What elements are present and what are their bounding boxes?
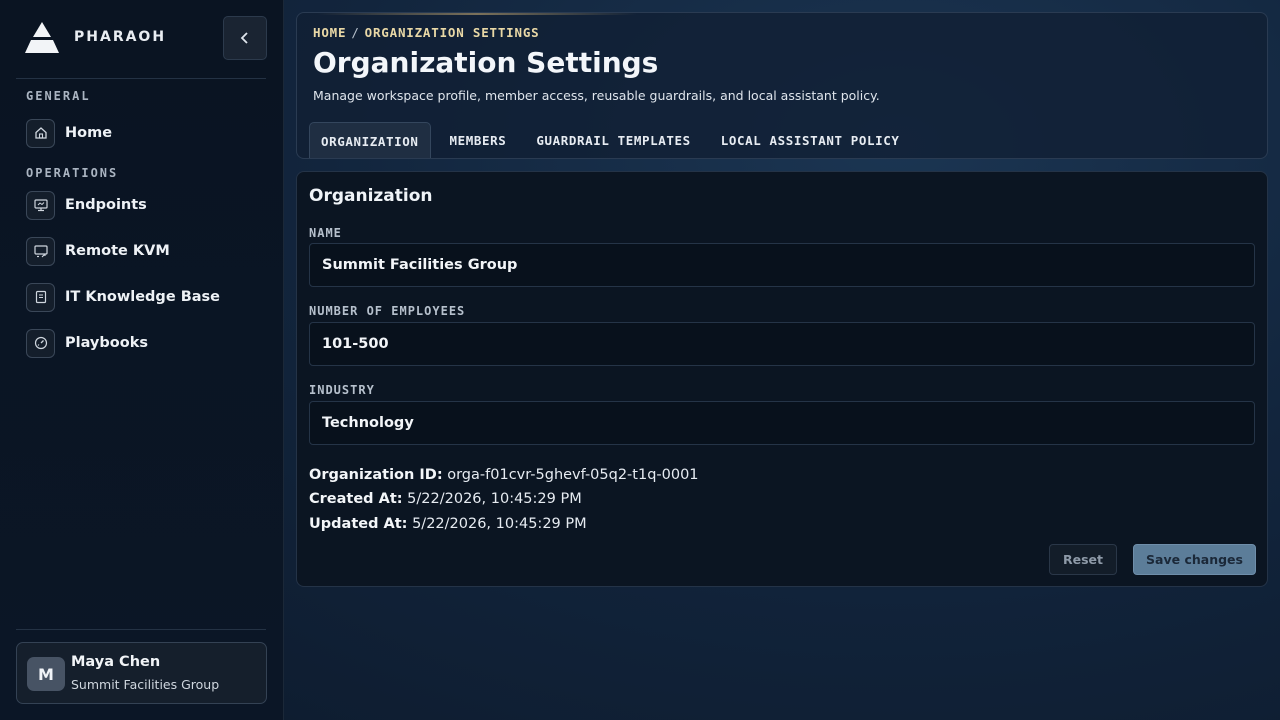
- reset-button[interactable]: Reset: [1049, 544, 1117, 575]
- page-title: Organization Settings: [313, 46, 659, 79]
- avatar: M: [27, 657, 65, 691]
- meta-value: 5/22/2026, 10:45:29 PM: [407, 491, 582, 507]
- section-label-general: GENERAL: [26, 89, 91, 103]
- sidebar-item-playbooks[interactable]: Playbooks: [26, 328, 148, 358]
- meta-label: Organization ID:: [309, 467, 443, 483]
- organization-id: Organization ID: orga-f01cvr-5ghevf-05q2…: [309, 467, 699, 483]
- card-title: Organization: [309, 186, 433, 206]
- industry-field[interactable]: [309, 401, 1255, 445]
- sidebar-item-label: IT Knowledge Base: [65, 289, 220, 305]
- page-header: HOME / ORGANIZATION SETTINGS Organization …: [296, 12, 1268, 159]
- section-label-operations: OPERATIONS: [26, 166, 119, 180]
- user-card[interactable]: M Maya Chen Summit Facilities Group: [16, 642, 267, 704]
- breadcrumb: HOME / ORGANIZATION SETTINGS: [313, 25, 539, 40]
- industry-label: INDUSTRY: [309, 383, 375, 397]
- updated-at: Updated At: 5/22/2026, 10:45:29 PM: [309, 516, 587, 532]
- remote-screen-icon: [26, 236, 55, 266]
- sidebar-item-remote-kvm[interactable]: Remote KVM: [26, 236, 170, 266]
- sidebar-item-it-knowledge-base[interactable]: IT Knowledge Base: [26, 282, 220, 312]
- meta-value: 5/22/2026, 10:45:29 PM: [412, 516, 587, 532]
- save-button[interactable]: Save changes: [1133, 544, 1256, 575]
- monitor-icon: [26, 190, 55, 220]
- book-icon: [26, 282, 55, 312]
- employees-field[interactable]: [309, 322, 1255, 366]
- gauge-icon: [26, 328, 55, 358]
- breadcrumb-current: ORGANIZATION SETTINGS: [364, 25, 540, 40]
- home-icon: [26, 118, 55, 148]
- employees-label: NUMBER OF EMPLOYEES: [309, 304, 466, 318]
- user-name: Maya Chen: [71, 654, 161, 670]
- name-label: NAME: [309, 226, 342, 240]
- tab-members[interactable]: MEMBERS: [439, 122, 518, 158]
- brand[interactable]: PHARAOH: [24, 20, 166, 54]
- tab-local-assistant-policy[interactable]: LOCAL ASSISTANT POLICY: [710, 122, 911, 158]
- meta-label: Updated At:: [309, 516, 408, 532]
- sidebar-item-label: Endpoints: [65, 197, 147, 213]
- chevron-left-icon: [240, 32, 250, 44]
- tab-guardrail-templates[interactable]: GUARDRAIL TEMPLATES: [525, 122, 701, 158]
- user-org: Summit Facilities Group: [71, 677, 220, 692]
- meta-value: orga-f01cvr-5ghevf-05q2-t1q-0001: [447, 467, 699, 483]
- breadcrumb-home[interactable]: HOME: [313, 25, 346, 40]
- created-at: Created At: 5/22/2026, 10:45:29 PM: [309, 491, 582, 507]
- meta-label: Created At:: [309, 491, 403, 507]
- sidebar-item-endpoints[interactable]: Endpoints: [26, 190, 147, 220]
- organization-card: Organization NAME NUMBER OF EMPLOYEES IN…: [296, 171, 1268, 587]
- sidebar-item-label: Playbooks: [65, 335, 148, 351]
- sidebar-item-label: Home: [65, 125, 113, 141]
- page-subtitle: Manage workspace profile, member access,…: [313, 88, 880, 103]
- breadcrumb-separator: /: [351, 25, 360, 40]
- sidebar-item-home[interactable]: Home: [26, 118, 112, 148]
- sidebar: PHARAOH GENERAL Home OPERATIONS Endpoint…: [0, 0, 284, 720]
- sidebar-divider: [16, 78, 266, 79]
- name-field[interactable]: [309, 243, 1255, 287]
- pyramid-logo-icon: [24, 20, 60, 54]
- collapse-sidebar-button[interactable]: [223, 16, 267, 60]
- sidebar-divider: [16, 629, 266, 630]
- tab-bar: ORGANIZATION MEMBERS GUARDRAIL TEMPLATES…: [309, 122, 919, 158]
- brand-name: PHARAOH: [74, 29, 167, 45]
- tab-organization[interactable]: ORGANIZATION: [309, 122, 431, 158]
- sidebar-item-label: Remote KVM: [65, 243, 170, 259]
